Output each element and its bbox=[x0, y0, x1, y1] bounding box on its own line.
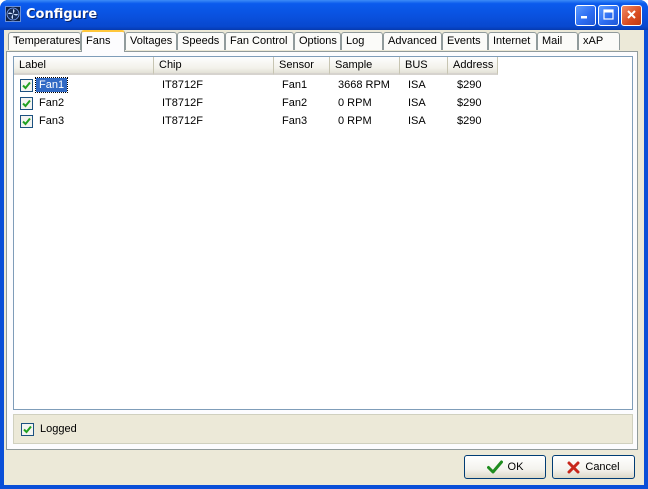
row-address: $290 bbox=[457, 115, 482, 127]
tab-label: Options bbox=[299, 35, 337, 47]
minimize-icon bbox=[580, 9, 591, 23]
list-header: Label Chip Sensor Sample BUS Address bbox=[14, 57, 632, 75]
x-icon bbox=[567, 461, 580, 474]
tab-events[interactable]: Events bbox=[442, 32, 488, 50]
configure-window: Configure Temperatures Fans Voltages Spe… bbox=[0, 0, 648, 489]
row-sensor: Fan3 bbox=[282, 115, 308, 127]
tab-speeds[interactable]: Speeds bbox=[177, 32, 225, 50]
logged-checkbox[interactable] bbox=[21, 423, 34, 436]
row-sample: 0 RPM bbox=[338, 115, 372, 127]
window-title: Configure bbox=[26, 7, 98, 22]
row-label[interactable]: Fan3 bbox=[36, 114, 67, 128]
list-row[interactable]: Fan2 IT8712F Fan2 0 RPM ISA $290 bbox=[14, 94, 632, 112]
tab-label: Temperatures bbox=[13, 35, 81, 47]
row-address: $290 bbox=[457, 97, 482, 109]
tab-label: Advanced bbox=[388, 35, 437, 47]
app-fan-icon[interactable] bbox=[5, 6, 21, 22]
tab-label: Speeds bbox=[182, 35, 220, 47]
tab-temperatures[interactable]: Temperatures bbox=[8, 32, 81, 50]
close-button[interactable] bbox=[621, 5, 642, 26]
tab-label: Fans bbox=[86, 35, 111, 47]
fans-tab-panel: Label Chip Sensor Sample BUS Address Fan… bbox=[6, 51, 638, 450]
tab-log[interactable]: Log bbox=[341, 32, 383, 50]
column-header-chip[interactable]: Chip bbox=[154, 57, 274, 75]
tab-label: Internet bbox=[493, 35, 531, 47]
row-bus: ISA bbox=[408, 79, 426, 91]
maximize-icon bbox=[603, 8, 614, 23]
tab-options[interactable]: Options bbox=[294, 32, 341, 50]
row-sample: 0 RPM bbox=[338, 97, 372, 109]
list-row[interactable]: Fan1 IT8712F Fan1 3668 RPM ISA $290 bbox=[14, 76, 632, 94]
row-address: $290 bbox=[457, 79, 482, 91]
tab-advanced[interactable]: Advanced bbox=[383, 32, 442, 50]
checkmark-icon bbox=[22, 81, 31, 90]
tab-internet[interactable]: Internet bbox=[488, 32, 537, 50]
column-header-label[interactable]: Label bbox=[14, 57, 154, 75]
row-label[interactable]: Fan2 bbox=[36, 96, 67, 110]
tab-xap[interactable]: xAP bbox=[578, 32, 620, 50]
row-bus: ISA bbox=[408, 97, 426, 109]
row-chip: IT8712F bbox=[162, 79, 203, 91]
tab-voltages[interactable]: Voltages bbox=[125, 32, 177, 50]
maximize-button[interactable] bbox=[598, 5, 619, 26]
row-chip: IT8712F bbox=[162, 115, 203, 127]
row-sensor: Fan1 bbox=[282, 79, 308, 91]
ok-label: OK bbox=[507, 461, 524, 473]
ok-button[interactable]: OK bbox=[464, 455, 546, 479]
minimize-button[interactable] bbox=[575, 5, 596, 26]
checkmark-icon bbox=[22, 117, 31, 126]
column-header-bus[interactable]: BUS bbox=[400, 57, 448, 75]
row-checkbox[interactable] bbox=[20, 97, 33, 110]
list-row[interactable]: Fan3 IT8712F Fan3 0 RPM ISA $290 bbox=[14, 112, 632, 130]
checkmark-icon bbox=[23, 425, 32, 434]
fans-list[interactable]: Label Chip Sensor Sample BUS Address Fan… bbox=[13, 56, 633, 410]
column-header-address[interactable]: Address bbox=[448, 57, 498, 75]
tab-label: Log bbox=[346, 35, 365, 47]
column-header-sample[interactable]: Sample bbox=[330, 57, 400, 75]
row-chip: IT8712F bbox=[162, 97, 203, 109]
tab-strip: Temperatures Fans Voltages Speeds Fan Co… bbox=[8, 30, 640, 52]
logged-label[interactable]: Logged bbox=[40, 423, 77, 435]
row-checkbox[interactable] bbox=[20, 79, 33, 92]
row-sample: 3668 RPM bbox=[338, 79, 390, 91]
tab-label: Events bbox=[447, 35, 481, 47]
close-icon bbox=[626, 9, 637, 23]
tab-fans[interactable]: Fans bbox=[81, 30, 125, 52]
tab-mail[interactable]: Mail bbox=[537, 32, 578, 50]
tab-label: Mail bbox=[542, 35, 563, 47]
row-label[interactable]: Fan1 bbox=[34, 77, 69, 93]
checkmark-icon bbox=[22, 99, 31, 108]
tab-label: xAP bbox=[583, 35, 604, 47]
title-bar[interactable]: Configure bbox=[0, 0, 648, 30]
logged-group: Logged bbox=[13, 414, 633, 444]
checkmark-icon bbox=[486, 460, 503, 474]
row-checkbox[interactable] bbox=[20, 115, 33, 128]
dialog-client: Temperatures Fans Voltages Speeds Fan Co… bbox=[4, 30, 644, 485]
tab-label: Voltages bbox=[130, 35, 173, 47]
row-sensor: Fan2 bbox=[282, 97, 308, 109]
column-header-sensor[interactable]: Sensor bbox=[274, 57, 330, 75]
row-bus: ISA bbox=[408, 115, 426, 127]
tab-fan-control[interactable]: Fan Control bbox=[225, 32, 294, 50]
cancel-button[interactable]: Cancel bbox=[552, 455, 635, 479]
tab-label: Fan Control bbox=[230, 35, 288, 47]
cancel-label: Cancel bbox=[585, 461, 620, 473]
